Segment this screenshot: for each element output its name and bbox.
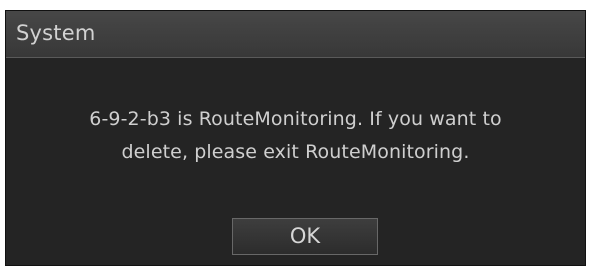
- dialog-message-line-2: delete, please exit RouteMonitoring.: [121, 141, 470, 163]
- system-dialog: System 6-9-2-b3 is RouteMonitoring. If y…: [5, 10, 586, 266]
- dialog-message: 6-9-2-b3 is RouteMonitoring. If you want…: [6, 103, 585, 169]
- dialog-message-line-1: 6-9-2-b3 is RouteMonitoring. If you want…: [89, 108, 502, 130]
- ok-button[interactable]: OK: [232, 218, 378, 255]
- dialog-title: System: [16, 21, 96, 45]
- dialog-titlebar: System: [6, 11, 585, 58]
